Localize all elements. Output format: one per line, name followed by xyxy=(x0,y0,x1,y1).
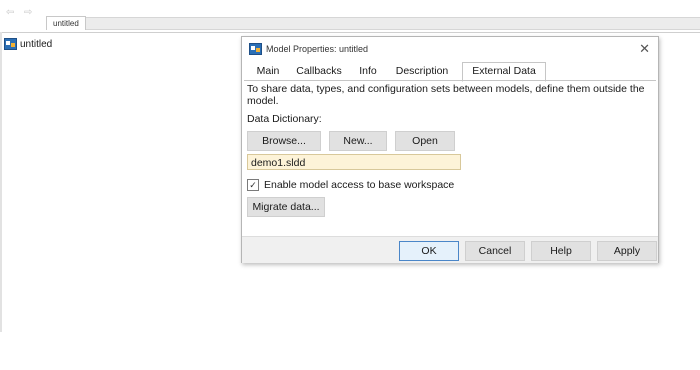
tab-external-data[interactable]: External Data xyxy=(462,62,546,82)
enable-base-workspace-checkbox[interactable]: ✓ xyxy=(247,179,259,191)
enable-base-workspace-label: Enable model access to base workspace xyxy=(264,179,455,191)
data-dictionary-label: Data Dictionary: xyxy=(247,113,322,125)
simulink-model-icon xyxy=(249,43,262,55)
back-arrow-icon[interactable]: ⇦ xyxy=(6,8,16,18)
browse-button[interactable]: Browse... xyxy=(247,131,321,151)
close-icon[interactable]: ✕ xyxy=(639,41,650,57)
description-text: To share data, types, and configuration … xyxy=(247,83,645,107)
tab-main[interactable]: Main xyxy=(251,63,285,80)
tab-callbacks[interactable]: Callbacks xyxy=(291,63,347,80)
cancel-button[interactable]: Cancel xyxy=(465,241,525,261)
help-button[interactable]: Help xyxy=(531,241,591,261)
data-dictionary-field[interactable]: demo1.sldd xyxy=(247,154,461,170)
model-browser-item[interactable]: untitled xyxy=(4,36,52,52)
forward-arrow-icon[interactable]: ⇨ xyxy=(24,8,34,18)
model-label: untitled xyxy=(20,38,53,50)
breadcrumb-tab[interactable]: untitled xyxy=(46,16,86,30)
breadcrumb: untitled xyxy=(46,16,700,30)
model-properties-dialog: Model Properties: untitled ✕ Main Callba… xyxy=(241,36,659,263)
apply-button[interactable]: Apply xyxy=(597,241,657,261)
toolbar: ⇦ ⇨ untitled xyxy=(0,0,700,30)
tab-info[interactable]: Info xyxy=(353,63,383,80)
ok-button[interactable]: OK xyxy=(399,241,459,261)
enable-base-workspace-row[interactable]: ✓ Enable model access to base workspace xyxy=(247,178,454,192)
dialog-title: Model Properties: untitled xyxy=(266,44,369,54)
new-button[interactable]: New... xyxy=(329,131,387,151)
open-button[interactable]: Open xyxy=(395,131,455,151)
simulink-model-icon xyxy=(4,38,17,50)
canvas-left-border xyxy=(0,32,2,332)
checkmark-icon: ✓ xyxy=(249,180,257,190)
migrate-data-button[interactable]: Migrate data... xyxy=(247,197,325,217)
dialog-titlebar[interactable]: Model Properties: untitled ✕ xyxy=(242,37,658,61)
tab-description[interactable]: Description xyxy=(389,63,455,80)
external-data-panel: To share data, types, and configuration … xyxy=(242,81,658,236)
dialog-footer: OK Cancel Help Apply xyxy=(242,236,658,263)
